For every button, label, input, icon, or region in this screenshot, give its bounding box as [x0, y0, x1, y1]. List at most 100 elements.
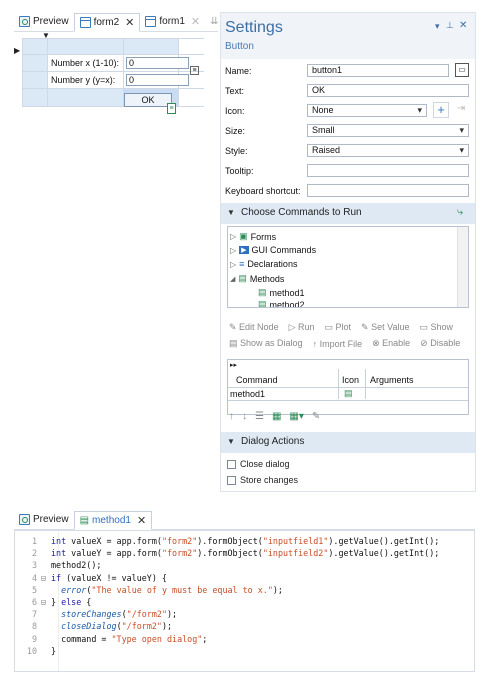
style-select[interactable]: Raised: [307, 144, 469, 157]
add-row-icon[interactable]: ▦: [272, 411, 281, 422]
insert-row-icon[interactable]: ▦▾: [289, 411, 303, 422]
tree-item-methods[interactable]: ◢ ▤ Methods: [230, 273, 284, 284]
expand-icon[interactable]: ▷: [230, 260, 236, 269]
number-y-input[interactable]: 0: [126, 74, 189, 86]
code-line[interactable]: 5 error("The value of y must be equal to…: [15, 584, 474, 596]
settings-panel: Settings Button ▾ ⊥ ✕ Name: button1 ▭ Te…: [220, 12, 476, 492]
rename-icon[interactable]: ▭: [455, 63, 469, 77]
gui-commands-icon: ▶: [239, 246, 249, 254]
property-tooltip: Tooltip:: [225, 161, 473, 181]
code-line[interactable]: 6 ⊟} else {: [15, 596, 474, 608]
expand-icon[interactable]: ▷: [230, 246, 236, 255]
code-line[interactable]: 10 }: [15, 645, 474, 657]
code-editor[interactable]: 1 int valueX = app.form("form2").formObj…: [14, 530, 475, 672]
move-down-icon[interactable]: ↓: [242, 411, 247, 422]
close-icon[interactable]: ✕: [459, 20, 467, 31]
code-line[interactable]: 2 int valueY = app.form("form2").formObj…: [15, 547, 474, 559]
ok-button[interactable]: OK: [124, 93, 172, 107]
tab-form1[interactable]: form1 ✕: [140, 12, 205, 31]
button-method-icon: ≡: [167, 103, 176, 114]
dialog-actions-header[interactable]: ▼ Dialog Actions: [221, 432, 475, 453]
tree-item-method2[interactable]: ▤ method2: [258, 299, 305, 307]
tree-item-gui-commands[interactable]: ▷ ▶ GUI Commands: [230, 245, 316, 255]
property-name: Name: button1 ▭: [225, 61, 473, 81]
code-line[interactable]: 9 command = "Type open dialog";: [15, 633, 474, 645]
column-header-command[interactable]: Command: [236, 375, 278, 385]
column-header-arguments[interactable]: Arguments: [370, 375, 414, 385]
code-line[interactable]: 8 closeDialog("/form2");: [15, 620, 474, 632]
plot-button[interactable]: ▭ Plot: [325, 322, 352, 333]
close-icon[interactable]: ✕: [137, 514, 146, 527]
expand-icon[interactable]: ▷: [230, 232, 236, 241]
enable-button[interactable]: ⊗ Enable: [372, 338, 410, 349]
tab-label: form1: [159, 16, 185, 27]
tab-label: form2: [93, 17, 120, 28]
dialog-option-close[interactable]: Close dialog: [227, 459, 290, 469]
code-text: int valueY = app.form("form2").formObjec…: [51, 548, 440, 559]
disable-button[interactable]: ⊘ Disable: [420, 338, 460, 349]
import-icon[interactable]: ⇥: [453, 102, 469, 118]
dialog-option-store[interactable]: Store changes: [227, 475, 298, 485]
table-row[interactable]: method1 ▤: [228, 388, 468, 400]
tab-preview[interactable]: Preview: [14, 510, 74, 529]
show-button[interactable]: ▭ Show: [419, 322, 453, 333]
line-number: 9: [31, 633, 37, 644]
code-line[interactable]: 1 int valueX = app.form("form2").formObj…: [15, 535, 474, 547]
add-icon[interactable]: +: [433, 102, 449, 118]
overflow-icon[interactable]: ⇊: [210, 16, 218, 27]
method-icon: ▤: [344, 388, 353, 398]
tree-item-method1[interactable]: ▤ method1: [258, 287, 305, 298]
tab-label: method1: [92, 515, 131, 526]
edit-node-button[interactable]: ✎ Edit Node: [229, 322, 279, 333]
set-value-button[interactable]: ✎ Set Value: [361, 322, 409, 333]
shortcut-field[interactable]: [307, 184, 469, 197]
checkbox[interactable]: [227, 459, 236, 469]
expand-icon[interactable]: ◢: [230, 275, 235, 283]
tab-preview[interactable]: Preview: [14, 12, 74, 31]
tree-label: GUI Commands: [251, 245, 317, 255]
column-header-icon[interactable]: Icon: [342, 375, 359, 385]
tree-item-declarations[interactable]: ▷ ≡ Declarations: [230, 259, 297, 269]
code-line[interactable]: 4 ⊟ if (valueX != valueY) {: [15, 572, 474, 584]
pin-icon[interactable]: ⊥: [446, 20, 454, 31]
tab-form2[interactable]: form2 ✕: [73, 13, 141, 32]
number-x-input[interactable]: 0: [126, 57, 189, 69]
edit-icon[interactable]: ✎: [312, 411, 320, 422]
line-number: 1: [31, 536, 37, 546]
move-up-icon[interactable]: ↑: [229, 411, 234, 422]
size-select[interactable]: Small: [307, 124, 469, 137]
tree-scrollbar[interactable]: [457, 227, 468, 307]
fold-toggle-icon[interactable]: ⊟: [41, 596, 51, 608]
tree-item-forms[interactable]: ▷ ▣ Forms: [230, 231, 276, 242]
delete-icon[interactable]: ☰: [255, 411, 264, 422]
sort-icon[interactable]: ▸▸: [230, 361, 237, 369]
tree-label: Methods: [249, 273, 285, 284]
run-button[interactable]: ▷ Run: [289, 322, 315, 333]
add-command-icon[interactable]: ⤷: [457, 206, 463, 219]
commands-section-header[interactable]: ▼ Choose Commands to Run ⤷: [221, 203, 475, 224]
close-icon[interactable]: ✕: [125, 16, 134, 29]
tab-method1[interactable]: ▤ method1 ✕: [73, 511, 153, 530]
code-text: method2();: [51, 560, 102, 571]
code-line[interactable]: 7 storeChanges("/form2");: [15, 608, 474, 620]
property-label: Keyboard shortcut:: [225, 186, 301, 196]
import-file-button[interactable]: ↑ Import File: [313, 339, 363, 349]
property-label: Name:: [225, 66, 252, 76]
checkbox[interactable]: [227, 475, 236, 485]
text-field[interactable]: OK: [307, 84, 469, 97]
collapse-icon[interactable]: ▾: [435, 21, 440, 32]
fold-toggle-icon[interactable]: ⊟: [41, 572, 51, 584]
option-label: Store changes: [240, 475, 299, 485]
icon-select[interactable]: None: [307, 104, 427, 117]
name-field[interactable]: button1: [307, 64, 449, 77]
show-as-dialog-button[interactable]: ▤ Show as Dialog: [229, 338, 303, 349]
close-icon[interactable]: ✕: [191, 15, 200, 28]
line-number: 8: [31, 621, 37, 632]
method-icon: ▤: [79, 515, 90, 526]
tooltip-field[interactable]: [307, 164, 469, 177]
code-line[interactable]: 3 method2();: [15, 559, 474, 571]
